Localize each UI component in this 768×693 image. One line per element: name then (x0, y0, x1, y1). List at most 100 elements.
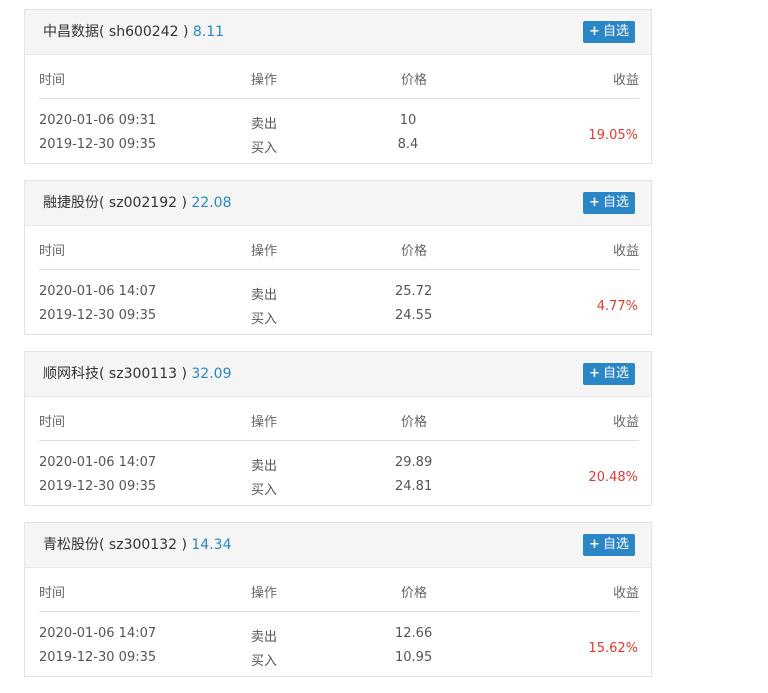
trade-price: 24.55 (395, 308, 433, 323)
add-watchlist-button[interactable]: + 自选 (583, 534, 635, 556)
stock-card: 顺网科技( sz300113 ) 32.09 + 自选 时间 操作 价格 收益 2… (24, 351, 652, 506)
trade-time: 2019-12-30 09:35 (39, 137, 157, 152)
trade-price: 24.81 (395, 479, 433, 494)
stock-card: 青松股份( sz300132 ) 14.34 + 自选 时间 操作 价格 收益 2… (24, 522, 652, 677)
column-header-price: 价格 (401, 415, 428, 430)
stock-name: 融捷股份 (43, 195, 99, 211)
column-header-price: 价格 (401, 73, 428, 88)
column-header-op: 操作 (251, 244, 278, 259)
stock-name: 中昌数据 (43, 24, 99, 40)
stock-title: 中昌数据( sh600242 ) 8.11 (43, 23, 224, 41)
stock-price: 22.08 (191, 195, 232, 211)
stock-code: sz002192 (108, 195, 178, 211)
trade-time: 2020-01-06 14:07 (39, 284, 157, 299)
stock-title: 融捷股份( sz002192 ) 22.08 (43, 194, 231, 212)
table-row: 2020-01-06 09:31 卖出 10 (39, 113, 639, 133)
trade-op: 卖出 (251, 630, 278, 645)
yield-value: 20.48% (588, 470, 638, 485)
column-header-price: 价格 (401, 586, 428, 601)
trade-price: 29.89 (395, 455, 433, 470)
table-header: 时间 操作 价格 收益 (39, 397, 639, 441)
column-header-time: 时间 (39, 586, 66, 601)
table-row: 2020-01-06 14:07 卖出 25.72 (39, 284, 639, 304)
column-header-yield: 收益 (612, 415, 639, 430)
column-header-op: 操作 (251, 73, 278, 88)
plus-icon: + (589, 537, 600, 552)
code-paren-close: ) (178, 24, 189, 40)
table-row: 2019-12-30 09:35 买入 10.95 (39, 650, 639, 670)
column-header-op: 操作 (251, 586, 278, 601)
stock-title: 青松股份( sz300132 ) 14.34 (43, 536, 231, 554)
column-header-yield: 收益 (612, 244, 639, 259)
table-row: 2019-12-30 09:35 买入 24.81 (39, 479, 639, 499)
trade-time: 2019-12-30 09:35 (39, 479, 157, 494)
table-row: 2019-12-30 09:35 买入 24.55 (39, 308, 639, 328)
stock-price: 32.09 (191, 366, 232, 382)
trade-time: 2019-12-30 09:35 (39, 308, 157, 323)
card-header: 顺网科技( sz300113 ) 32.09 + 自选 (25, 352, 651, 397)
code-paren-close: ) (177, 537, 187, 553)
code-paren-close: ) (177, 366, 187, 382)
plus-icon: + (589, 366, 600, 381)
table-row: 2019-12-30 09:35 买入 8.4 (39, 137, 639, 157)
add-watchlist-label: 自选 (602, 24, 629, 39)
stock-card: 融捷股份( sz002192 ) 22.08 + 自选 时间 操作 价格 收益 2… (24, 180, 652, 335)
trade-op: 卖出 (251, 117, 278, 132)
trade-price: 10.95 (395, 650, 433, 665)
add-watchlist-label: 自选 (602, 366, 629, 381)
trade-op: 卖出 (251, 459, 278, 474)
column-header-time: 时间 (39, 415, 66, 430)
stock-card: 中昌数据( sh600242 ) 8.11 + 自选 时间 操作 价格 收益 20… (24, 9, 652, 164)
trade-op: 买入 (251, 654, 278, 669)
stock-price: 8.11 (192, 24, 225, 40)
trade-op: 买入 (251, 141, 278, 156)
code-paren-open: ( (99, 366, 109, 382)
trade-time: 2020-01-06 14:07 (39, 455, 157, 470)
stock-price: 14.34 (191, 537, 232, 553)
trade-time: 2020-01-06 09:31 (39, 113, 157, 128)
trade-time: 2019-12-30 09:35 (39, 650, 157, 665)
column-header-time: 时间 (39, 244, 66, 259)
column-header-yield: 收益 (612, 586, 639, 601)
code-paren-open: ( (99, 24, 109, 40)
card-header: 融捷股份( sz002192 ) 22.08 + 自选 (25, 181, 651, 226)
trade-op: 买入 (251, 483, 278, 498)
table-row: 2020-01-06 14:07 卖出 12.66 (39, 626, 639, 646)
trade-op: 买入 (251, 312, 278, 327)
trade-price: 12.66 (395, 626, 433, 641)
stock-code: sh600242 (108, 24, 179, 40)
card-header: 中昌数据( sh600242 ) 8.11 + 自选 (25, 10, 651, 55)
code-paren-close: ) (177, 195, 187, 211)
plus-icon: + (589, 195, 600, 210)
add-watchlist-button[interactable]: + 自选 (583, 21, 635, 43)
add-watchlist-button[interactable]: + 自选 (583, 363, 635, 385)
code-paren-open: ( (99, 537, 109, 553)
table-header: 时间 操作 价格 收益 (39, 568, 639, 612)
stock-name: 顺网科技 (43, 366, 99, 382)
trade-price: 25.72 (395, 284, 433, 299)
table-row: 2020-01-06 14:07 卖出 29.89 (39, 455, 639, 475)
add-watchlist-label: 自选 (602, 537, 629, 552)
trade-price: 10 (399, 113, 417, 128)
yield-value: 4.77% (596, 299, 638, 314)
trade-op: 卖出 (251, 288, 278, 303)
code-paren-open: ( (99, 195, 109, 211)
table-header: 时间 操作 价格 收益 (39, 226, 639, 270)
add-watchlist-button[interactable]: + 自选 (583, 192, 635, 214)
yield-value: 15.62% (588, 641, 638, 656)
yield-value: 19.05% (588, 128, 638, 143)
stock-title: 顺网科技( sz300113 ) 32.09 (43, 365, 231, 383)
column-header-price: 价格 (401, 244, 428, 259)
stock-code: sz300113 (108, 366, 178, 382)
column-header-op: 操作 (251, 415, 278, 430)
add-watchlist-label: 自选 (602, 195, 629, 210)
column-header-time: 时间 (39, 73, 66, 88)
column-header-yield: 收益 (612, 73, 639, 88)
stock-code: sz300132 (108, 537, 178, 553)
trade-time: 2020-01-06 14:07 (39, 626, 157, 641)
card-header: 青松股份( sz300132 ) 14.34 + 自选 (25, 523, 651, 568)
table-header: 时间 操作 价格 收益 (39, 55, 639, 99)
trade-price: 8.4 (397, 137, 419, 152)
stock-name: 青松股份 (43, 537, 99, 553)
plus-icon: + (589, 24, 600, 39)
